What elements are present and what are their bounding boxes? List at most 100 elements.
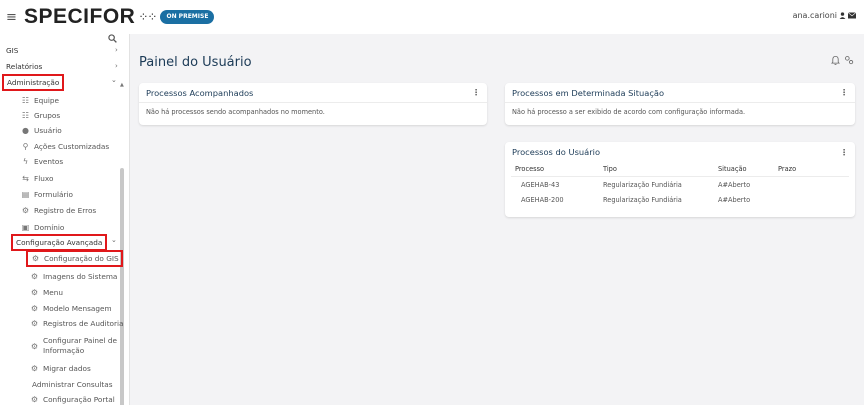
sidebar-item-label: Registro de Erros (34, 205, 97, 215)
top-bar: ≡ SPECIFOR ⁘⁘ ON PREMISE ana.carioni (0, 0, 864, 34)
username[interactable]: ana.carioni (793, 11, 837, 20)
more-options-icon[interactable]: ⋮ (840, 88, 848, 97)
sidebar-item-label: Grupos (34, 110, 61, 120)
column-header[interactable]: Prazo (774, 162, 849, 177)
user-icon[interactable] (839, 12, 846, 19)
cell-processo[interactable]: AGEHAB-43 (511, 177, 599, 193)
sidebar-item-configuracao-avancada[interactable]: Configuração Avançada (11, 234, 108, 251)
processes-table: Processo Tipo Situação Prazo AGEHAB-43 R… (511, 162, 849, 207)
sidebar-item-label: Usuário (34, 125, 62, 135)
sidebar-scrollbar[interactable] (120, 168, 124, 405)
cell-situacao: A#Aberto (718, 181, 751, 189)
chevron-down-icon: ⌄ (111, 76, 117, 84)
sidebar-item-equipe[interactable]: ☷ Equipe (20, 93, 59, 107)
user-menu[interactable]: ana.carioni (793, 11, 856, 20)
chevron-down-icon: ⌄ (111, 236, 117, 244)
sidebar-item-registros-de-auditoria[interactable]: ⚙ Registros de Auditoria (29, 316, 124, 330)
sidebar-item-grupos[interactable]: ☷ Grupos (20, 108, 60, 122)
sidebar-item-label: GIS (6, 45, 19, 55)
scroll-up-arrow[interactable]: ▲ (120, 82, 124, 88)
table-wrapper: Processo Tipo Situação Prazo AGEHAB-43 R… (505, 162, 855, 207)
sidebar-item-modelo-mensagem[interactable]: ⚙ Modelo Mensagem (29, 301, 112, 315)
cell-prazo (774, 192, 849, 207)
groups-icon: ☷ (21, 110, 30, 120)
cell-prazo (774, 177, 849, 193)
form-icon: ▤ (21, 189, 30, 199)
sidebar-item-label: Configuração Portal (43, 394, 115, 404)
sidebar-item-label: Menu (43, 287, 64, 297)
sidebar-item-label: Fluxo (34, 173, 54, 183)
config-icon: ⚙ (30, 287, 39, 297)
card-title: Processos do Usuário (512, 147, 601, 157)
config-icon: ⚙ (30, 318, 39, 328)
table-header-row: Processo Tipo Situação Prazo (511, 162, 849, 177)
sidebar-item-administrar-consultas[interactable]: Administrar Consultas (32, 377, 113, 391)
sidebar-item-acoes-customizadas[interactable]: ⚲ Ações Customizadas (20, 139, 110, 153)
sidebar-item-gis[interactable]: GIS › (6, 43, 126, 57)
more-options-icon[interactable]: ⋮ (472, 88, 480, 97)
sidebar-item-label: Configuração do GIS (44, 254, 119, 263)
sidebar-item-fluxo[interactable]: ⇆ Fluxo (20, 171, 53, 185)
config-icon: ⚙ (30, 363, 39, 373)
card-processos-acompanhados: Processos Acompanhados ⋮ Não há processo… (139, 83, 487, 125)
more-options-icon[interactable]: ⋮ (840, 148, 848, 157)
sidebar-item-administracao[interactable]: Administração (2, 74, 65, 91)
sidebar-item-relatorios[interactable]: Relatórios › (6, 59, 126, 73)
errors-icon: ⚙ (21, 205, 30, 215)
sidebar-item-label: Relatórios (6, 61, 43, 71)
sidebar-item-label: Configurar Painel de (43, 336, 117, 345)
config-icon: ⚙ (31, 254, 40, 263)
table-row[interactable]: AGEHAB-43 Regularização Fundiária A#Aber… (511, 177, 849, 193)
card-header: Processos Acompanhados ⋮ (139, 83, 487, 103)
column-header[interactable]: Processo (511, 162, 599, 177)
cell-tipo: Regularização Fundiária (603, 196, 682, 204)
settings-icon[interactable] (844, 55, 854, 68)
events-icon: ϟ (22, 156, 29, 166)
sidebar-item-eventos[interactable]: ϟ Eventos (20, 154, 63, 168)
card-title: Processos Acompanhados (146, 87, 254, 98)
column-header[interactable]: Situação (714, 162, 774, 177)
sidebar-item-migrar-dados[interactable]: ⚙ Migrar dados (29, 361, 91, 375)
card-title: Processos em Determinada Situação (512, 87, 665, 98)
sidebar-item-label: Formulário (34, 189, 73, 199)
sidebar-item-imagens-do-sistema[interactable]: ⚙ Imagens do Sistema (29, 269, 118, 283)
cell-processo[interactable]: AGEHAB-200 (511, 192, 599, 207)
sidebar-item-configuracao-portal[interactable]: ⚙ Configuração Portal (29, 392, 115, 405)
sidebar-item-configuracao-do-gis[interactable]: ⚙ Configuração do GIS (26, 250, 123, 267)
team-icon: ☷ (21, 95, 30, 105)
sidebar-item-label: Domínio (34, 222, 65, 232)
sidebar-item-formulario[interactable]: ▤ Formulário (20, 187, 73, 201)
sidebar-item-label: Registros de Auditoria (43, 318, 124, 328)
sidebar-item-label: Administrar Consultas (32, 379, 113, 389)
card-processos-usuario: Processos do Usuário ⋮ Processo Tipo Sit… (505, 142, 855, 217)
sidebar-item-label-2: Informação (43, 346, 85, 355)
sidebar-item-label: Equipe (34, 95, 60, 105)
sidebar-item-configurar-painel[interactable]: ⚙ Configurar Painel de Informação (29, 333, 117, 359)
card-processos-situacao: Processos em Determinada Situação ⋮ Não … (505, 83, 855, 125)
menu-icon[interactable]: ≡ (6, 10, 20, 25)
header-actions (830, 55, 854, 68)
page-title: Painel do Usuário (139, 55, 252, 70)
sidebar-item-label: Imagens do Sistema (43, 271, 118, 281)
config-icon: ⚙ (30, 341, 39, 351)
sidebar-item-label: Eventos (34, 156, 64, 166)
app-logo[interactable]: SPECIFOR (24, 5, 135, 29)
flow-icon: ⇆ (22, 173, 29, 183)
custom-actions-icon: ⚲ (22, 141, 29, 151)
sidebar-item-menu[interactable]: ⚙ Menu (29, 285, 63, 299)
table-row[interactable]: AGEHAB-200 Regularização Fundiária A#Abe… (511, 192, 849, 207)
sidebar-item-label: Administração (7, 78, 60, 87)
config-icon: ⚙ (30, 271, 39, 281)
sidebar: ▲ GIS › Relatórios › Administração ⌄ ☷ Eq… (0, 34, 130, 405)
sidebar-item-label: Ações Customizadas (34, 141, 110, 151)
chevron-right-icon: › (115, 46, 118, 54)
bell-icon[interactable] (830, 55, 841, 68)
mail-icon[interactable] (848, 12, 856, 19)
column-header[interactable]: Tipo (599, 162, 714, 177)
sidebar-item-usuario[interactable]: ● Usuário (20, 123, 62, 137)
sidebar-item-dominio[interactable]: ▣ Domínio (20, 220, 65, 234)
card-message: Não há processos sendo acompanhados no m… (146, 108, 325, 116)
sidebar-item-registro-de-erros[interactable]: ⚙ Registro de Erros (20, 203, 96, 217)
sidebar-item-label: Modelo Mensagem (43, 303, 112, 313)
card-header: Processos do Usuário ⋮ (505, 142, 855, 162)
